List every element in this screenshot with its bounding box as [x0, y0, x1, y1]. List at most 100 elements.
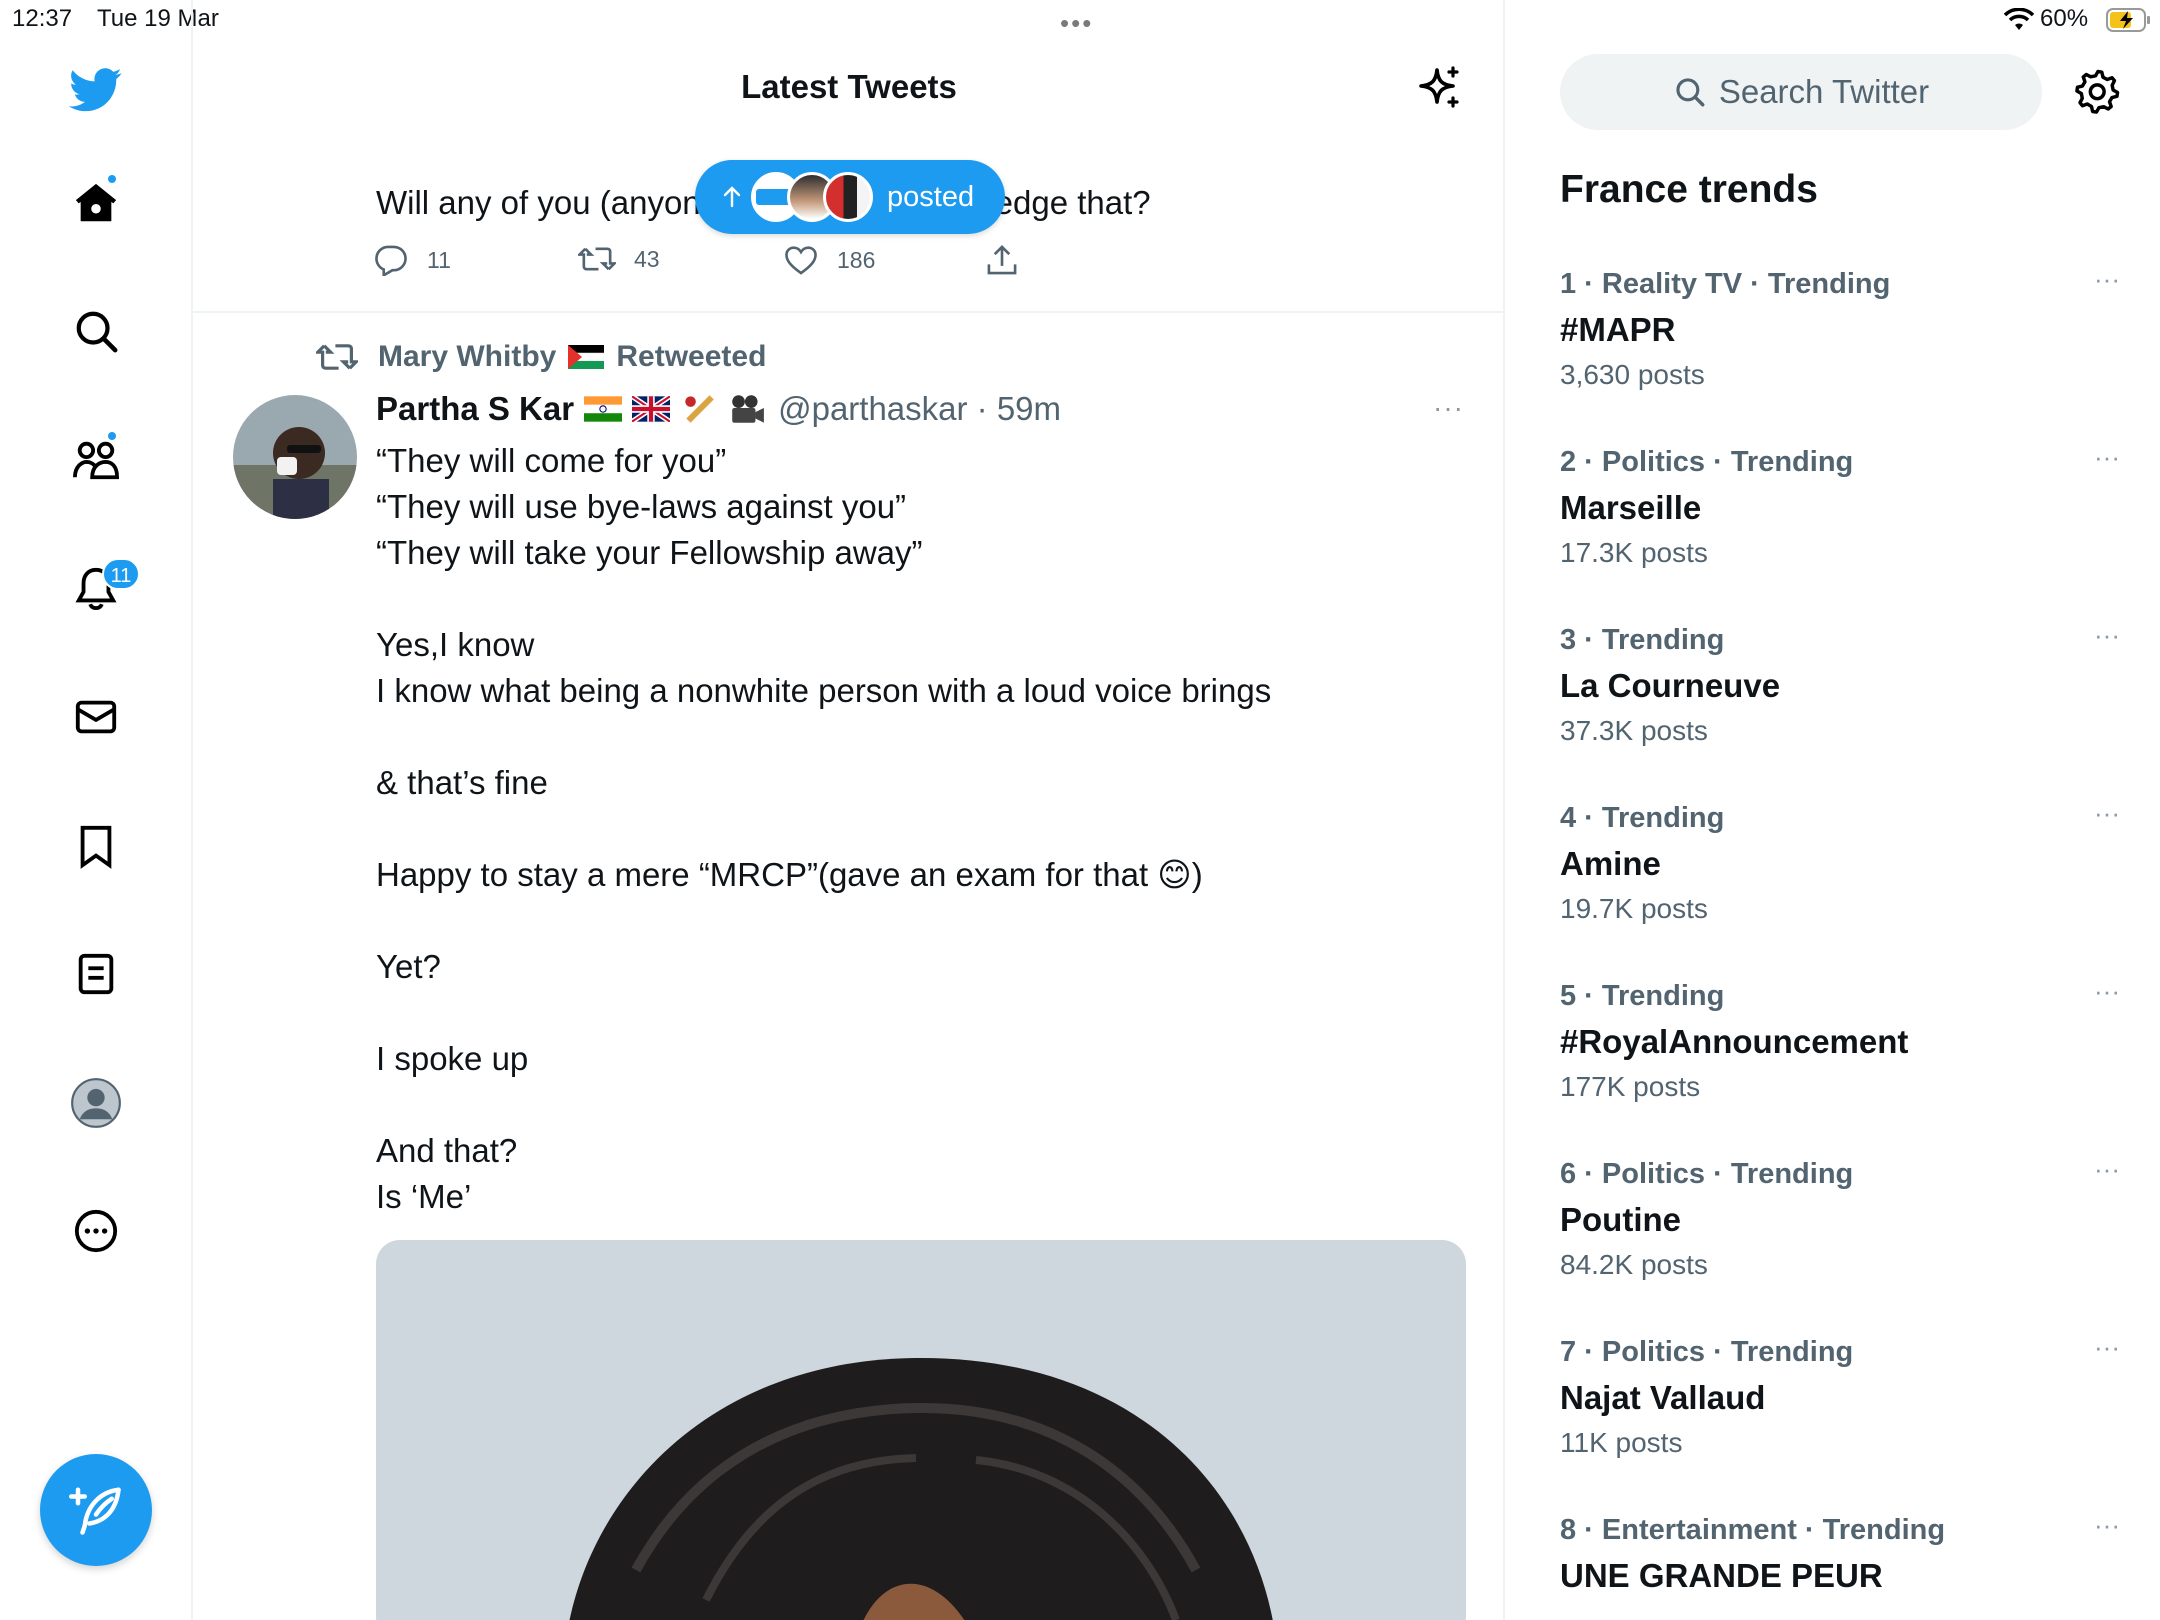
lists-icon[interactable]: [56, 934, 136, 1014]
tweet-line: I know what being a nonwhite person with…: [376, 672, 1272, 709]
trend-meta: 7 · Politics · Trending: [1560, 1336, 1854, 1368]
compose-tweet-button[interactable]: [40, 1454, 152, 1566]
right-sidebar: Search Twitter France trends 1 · Reality…: [1507, 0, 2160, 1620]
search-field[interactable]: Search Twitter: [1560, 54, 2042, 130]
retweet-count: 43: [634, 245, 660, 272]
trend-more-button[interactable]: ···: [2094, 620, 2120, 651]
search-placeholder: Search Twitter: [1718, 73, 1930, 110]
trend-count: 177K posts: [1560, 1071, 1701, 1102]
author-avatar[interactable]: [233, 395, 357, 519]
trend-name: Poutine: [1560, 1201, 1681, 1238]
twitter-logo-icon[interactable]: [56, 50, 136, 130]
trend-count: 37.3K posts: [1560, 715, 1708, 746]
tweet-line: “They will use bye-laws against you”: [376, 488, 907, 525]
trend-meta: 3 · Trending: [1560, 624, 1725, 656]
trend-more-button[interactable]: ···: [2094, 442, 2120, 473]
profile-avatar-icon[interactable]: [56, 1063, 136, 1143]
trend-more-button[interactable]: ···: [2094, 1510, 2120, 1541]
trend-name: Marseille: [1560, 489, 1702, 526]
trend-name: La Courneuve: [1560, 667, 1781, 704]
trend-item[interactable]: 2 · Politics · Trending Marseille 17.3K po…: [1560, 442, 2120, 569]
heart-icon: [785, 246, 817, 275]
retweet-icon: [578, 247, 616, 271]
previous-tweet-text-end: edge that?: [994, 184, 1151, 221]
trend-item[interactable]: 7 · Politics · Trending Najat Vallaud 11K …: [1560, 1332, 2120, 1459]
trend-item[interactable]: 5 · Trending #RoyalAnnouncement 177K posts…: [1560, 976, 2120, 1103]
messages-mail-icon[interactable]: [56, 677, 136, 757]
trend-more-button[interactable]: ···: [2094, 976, 2120, 1007]
tweet-line: Happy to stay a mere “MRCP”(gave an exam…: [376, 856, 1203, 893]
tweet-line: [376, 1082, 1376, 1128]
new-posts-label: posted: [887, 180, 975, 213]
trend-count: 11K posts: [1560, 1427, 1683, 1458]
trend-count: 84.2K posts: [1560, 1249, 1708, 1280]
tweet-line: Yes,I know: [376, 626, 535, 663]
trend-name: UNE GRANDE PEUR: [1560, 1557, 1883, 1594]
sparkle-icon[interactable]: [1415, 64, 1463, 117]
communities-icon[interactable]: [56, 420, 136, 500]
tweet-line: [376, 576, 1376, 622]
reply-button[interactable]: 11: [373, 244, 451, 276]
flag-avatar: [823, 172, 873, 222]
trend-name: #RoyalAnnouncement: [1560, 1023, 1909, 1060]
trend-item[interactable]: 8 · Entertainment · Trending UNE GRANDE P…: [1560, 1510, 2120, 1605]
trend-more-button[interactable]: ···: [2094, 798, 2120, 829]
tweet-line: [376, 990, 1376, 1036]
retweet-indicator-icon: [316, 344, 358, 370]
search-icon: [1676, 78, 1705, 107]
home-icon[interactable]: [56, 163, 136, 243]
bookmark-icon[interactable]: [56, 806, 136, 886]
arrow-up-icon: [723, 186, 741, 208]
tweet-body[interactable]: “They will come for you” “They will use b…: [376, 438, 1376, 1220]
tweet-line: And that?: [376, 1132, 518, 1169]
tweet-more-button[interactable]: ···: [1433, 392, 1464, 424]
retweeted-by-name: Mary Whitby: [378, 340, 557, 373]
movie-camera-icon: [732, 395, 764, 423]
trend-meta: 2 · Politics · Trending: [1560, 446, 1854, 478]
timeline: Latest Tweets Will any of you (anyon edge…: [193, 0, 1505, 1620]
reply-count: 11: [427, 246, 451, 273]
share-button[interactable]: [986, 244, 1036, 276]
trend-item[interactable]: 1 · Reality TV · Trending #MAPR 3,630 post…: [1560, 264, 2120, 391]
tweet-line: [376, 898, 1376, 944]
timeline-title: Latest Tweets: [741, 68, 957, 105]
retweet-button[interactable]: 43: [578, 244, 660, 274]
left-navigation: 11: [0, 0, 193, 1620]
trend-more-button[interactable]: ···: [2094, 1332, 2120, 1363]
uk-flag-icon: [632, 396, 671, 422]
retweeted-label: Retweeted: [616, 340, 767, 373]
trend-meta: 8 · Entertainment · Trending: [1560, 1514, 1946, 1546]
tweet-divider: [193, 311, 1503, 313]
new-posts-pill[interactable]: posted: [695, 160, 1005, 234]
tweet-line: Yet?: [376, 948, 441, 985]
share-icon: [987, 245, 1017, 275]
tweet-line: [376, 806, 1376, 852]
tweet-line: “They will take your Fellowship away”: [376, 534, 923, 571]
trend-count: 19.7K posts: [1560, 893, 1708, 924]
trend-name: Amine: [1560, 845, 1661, 882]
more-options-icon[interactable]: [56, 1191, 136, 1271]
trend-more-button[interactable]: ···: [2094, 264, 2120, 295]
settings-gear-icon[interactable]: [2075, 68, 2121, 119]
trend-meta: 1 · Reality TV · Trending: [1560, 268, 1891, 300]
like-button[interactable]: 186: [783, 244, 875, 276]
trend-item[interactable]: 4 · Trending Amine 19.7K posts ···: [1560, 798, 2120, 925]
trend-more-button[interactable]: ···: [2094, 1154, 2120, 1185]
tweet-media-image[interactable]: [376, 1240, 1466, 1620]
author-row[interactable]: Partha S Kar @parthaskar · 59m: [376, 390, 1061, 428]
search-icon[interactable]: [56, 291, 136, 371]
author-name[interactable]: Partha S Kar: [376, 390, 574, 428]
trends-title: France trends: [1560, 168, 1818, 211]
trend-item[interactable]: 6 · Politics · Trending Poutine 84.2K post…: [1560, 1154, 2120, 1281]
trend-meta: 5 · Trending: [1560, 980, 1725, 1012]
trend-count: 3,630 posts: [1560, 359, 1705, 390]
retweeted-by-row[interactable]: Mary Whitby Retweeted: [316, 340, 766, 374]
cricket-icon: [685, 395, 714, 423]
tweet-line: “They will come for you”: [376, 442, 727, 479]
trend-name: Najat Vallaud: [1560, 1379, 1766, 1416]
trend-item[interactable]: 3 · Trending La Courneuve 37.3K posts ···: [1560, 620, 2120, 747]
tweet-line: Is ‘Me’: [376, 1178, 472, 1215]
trend-name: #MAPR: [1560, 311, 1676, 348]
india-flag-icon: [584, 396, 623, 422]
like-count: 186: [837, 246, 876, 273]
